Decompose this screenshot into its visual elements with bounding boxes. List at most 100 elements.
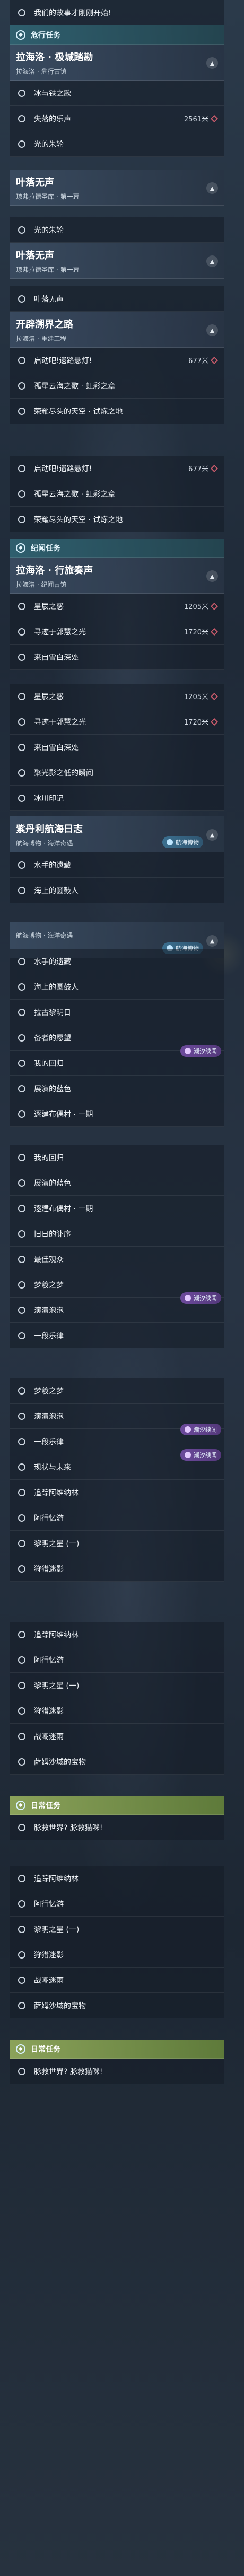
quest-ring-icon	[18, 1514, 25, 1522]
quest-section: 启动吧!遗路悬灯! 677米 孤星云海之歌 · 虹彩之章 荣耀尽头的天空 · 试炼之地	[10, 348, 224, 424]
quest-entry[interactable]: 光的朱轮	[10, 131, 224, 157]
quest-entry[interactable]: 脉救世界? 脉救猫咪!	[10, 2059, 224, 2084]
quest-title: 黎明之星 (一)	[34, 1681, 80, 1690]
quest-entry[interactable]: 冰与铁之歌	[10, 81, 224, 106]
quest-section: 冰与铁之歌 失落的乐声 2561米 光的朱轮	[10, 81, 224, 157]
collapse-icon[interactable]: ▲	[206, 255, 218, 267]
quest-ring-icon	[18, 1656, 25, 1664]
tracking-diamond-icon	[210, 692, 219, 700]
quest-entry[interactable]: 启动吧!遗路悬灯! 677米	[10, 456, 224, 481]
quest-entry[interactable]: 脉救世界? 脉救猫咪!	[10, 1815, 224, 1840]
quest-entry[interactable]: 拉古黎明日	[10, 1000, 224, 1025]
quest-entry[interactable]: 展演的蓝色	[10, 1170, 224, 1196]
quest-entry[interactable]: 冰川印记	[10, 786, 224, 811]
quest-entry[interactable]: 孤星云海之歌 · 虹彩之章	[10, 373, 224, 399]
event-tag: 潮汐续闻	[180, 1045, 221, 1057]
quest-group-header[interactable]: 叶落无声 琼弗拉德圣库 · 第一幕 ▲	[10, 170, 224, 206]
quest-entry[interactable]: 星辰之惑 1205米	[10, 594, 224, 619]
quest-entry[interactable]: 萨姆沙域的宝物	[10, 1993, 224, 2018]
quest-entry[interactable]: 追踪阿维纳林	[10, 1622, 224, 1647]
quest-entry[interactable]: 追踪阿维纳林	[10, 1866, 224, 1891]
quest-entry[interactable]: 我的回归 潮汐续闻	[10, 1045, 224, 1076]
quest-title: 海上的圆鼓人	[34, 983, 79, 992]
quest-entry[interactable]: 最佳观众	[10, 1247, 224, 1272]
quest-entry[interactable]: 狩猎迷影	[10, 1698, 224, 1724]
quest-entry[interactable]: 寻迹于郭慧之光 1720米	[10, 709, 224, 735]
quest-entry[interactable]: 阿行忆游	[10, 1647, 224, 1673]
quest-group-header[interactable]: 拉海洛 · 行旅奏声 拉海洛 · 纪闻古镇 ▲	[10, 558, 224, 594]
quest-section: 星辰之惑 1205米 寻迹于郭慧之光 1720米 来自雪白深处	[10, 594, 224, 670]
category-icon: ◆	[16, 1800, 25, 1810]
quest-entry[interactable]: 旧日的讣序	[10, 1221, 224, 1247]
quest-entry[interactable]: 演演泡泡 潮汐续闻	[10, 1292, 224, 1323]
collapse-icon[interactable]: ▲	[206, 829, 218, 841]
quest-entry[interactable]: 追踪阿维纳林	[10, 1480, 224, 1505]
quest-entry[interactable]: 水手的遗藏	[10, 852, 224, 878]
collapse-icon[interactable]: ▲	[206, 935, 218, 947]
quest-ring-icon	[18, 114, 25, 122]
quest-entry[interactable]: 战嘲迷雨	[10, 1724, 224, 1749]
quest-section: 光的朱轮	[10, 217, 224, 243]
collapse-icon[interactable]: ▲	[206, 57, 218, 69]
quest-section: 星辰之惑 1205米 寻迹于郭慧之光 1720米 来自雪白深处 聚光影之低的瞬间 冰川印记	[10, 684, 224, 811]
quest-entry[interactable]: 萨姆沙域的宝物	[10, 1749, 224, 1775]
quest-entry[interactable]: 展演的蓝色	[10, 1076, 224, 1101]
event-tag-icon	[185, 1295, 191, 1301]
quest-entry[interactable]: 失落的乐声 2561米	[10, 106, 224, 131]
event-tag-label: 潮汐续闻	[194, 1452, 217, 1459]
quest-entry[interactable]: 我们的故事才刚刚开始!	[10, 0, 224, 25]
collapse-icon[interactable]: ▲	[206, 570, 218, 582]
quest-group-header[interactable]: 拉海洛 · 极城踏勘 拉海洛 · 危行古镇 ▲	[10, 45, 224, 81]
quest-group-header[interactable]: 开辟溯界之路 拉海洛 · 重建工程 ▲	[10, 312, 224, 348]
quest-entry[interactable]: 黎明之星 (一)	[10, 1673, 224, 1698]
quest-entry[interactable]: 逐建布偶村 · 一期	[10, 1196, 224, 1221]
event-tag-label: 潮汐续闻	[194, 1048, 217, 1055]
quest-entry[interactable]: 海上的圆鼓人	[10, 974, 224, 1000]
quest-group-subtitle: 拉海洛 · 危行古镇	[16, 68, 67, 75]
collapse-icon[interactable]: ▲	[206, 324, 218, 336]
quest-entry[interactable]: 星辰之惑 1205米	[10, 684, 224, 709]
tracking-diamond-icon	[210, 114, 219, 122]
quest-entry[interactable]: 聚光影之低的瞬间	[10, 760, 224, 786]
quest-entry[interactable]: 阿行忆游	[10, 1891, 224, 1917]
category-header[interactable]: ◆ 日常任务	[10, 1796, 224, 1815]
category-header[interactable]: ◆ 纪闻任务	[10, 539, 224, 558]
quest-entry[interactable]: 阿行忆游	[10, 1505, 224, 1531]
region-tag-label: 航海博物	[176, 839, 199, 846]
quest-group-header[interactable]: 紫丹利航海日志 航海博物 · 海洋奇遇 ▲ 航海博物	[10, 816, 224, 852]
quest-entry[interactable]: 战嘲迷雨	[10, 1968, 224, 1993]
quest-entry[interactable]: 寻迹于郭慧之光 1720米	[10, 619, 224, 645]
quest-entry[interactable]: 我的回归	[10, 1145, 224, 1170]
quest-entry[interactable]: 来自雪白深处	[10, 735, 224, 760]
quest-entry[interactable]: 光的朱轮	[10, 217, 224, 243]
quest-entry[interactable]: 狩猎迷影	[10, 1942, 224, 1968]
quest-entry[interactable]: 孤星云海之歌 · 虹彩之章	[10, 481, 224, 507]
quest-title: 我的回归	[34, 1059, 64, 1068]
quest-title: 我们的故事才刚刚开始!	[34, 8, 111, 17]
quest-entry[interactable]: 海上的圆鼓人	[10, 878, 224, 903]
quest-entry[interactable]: 荣耀尽头的天空 · 试炼之地	[10, 399, 224, 424]
quest-entry[interactable]: 逐建布偶村 · 一期	[10, 1101, 224, 1127]
quest-title: 失落的乐声	[34, 114, 71, 123]
quest-entry[interactable]: 现状与未来 潮汐续闻	[10, 1449, 224, 1480]
quest-entry[interactable]: 一段乐律	[10, 1323, 224, 1348]
quest-title: 逐建布偶村 · 一期	[34, 1110, 93, 1119]
quest-ring-icon	[18, 861, 25, 869]
quest-ring-icon	[18, 1874, 25, 1882]
quest-entry[interactable]: 叶落无声	[10, 286, 224, 312]
quest-entry[interactable]: 狩猎迷影	[10, 1556, 224, 1582]
quest-entry[interactable]: 黎明之星 (一)	[10, 1531, 224, 1556]
collapse-icon[interactable]: ▲	[206, 182, 218, 194]
quest-entry[interactable]: 水手的遗藏	[10, 949, 224, 974]
category-header[interactable]: ◆ 日常任务	[10, 2040, 224, 2059]
quest-group-subtitle: 航海博物 · 海洋奇遇	[16, 932, 73, 939]
quest-ring-icon	[18, 1387, 25, 1395]
quest-entry[interactable]: 启动吧!遗路悬灯! 677米	[10, 348, 224, 373]
quest-entry[interactable]: 黎明之星 (一)	[10, 1917, 224, 1942]
category-header[interactable]: ◆ 危行任务	[10, 25, 224, 45]
quest-entry[interactable]: 荣耀尽头的天空 · 试炼之地	[10, 507, 224, 532]
quest-ring-icon	[18, 628, 25, 636]
quest-entry[interactable]: 梦羲之梦	[10, 1378, 224, 1404]
quest-group-header[interactable]: 叶落无声 琼弗拉德圣库 · 第一幕 ▲	[10, 243, 224, 279]
quest-entry[interactable]: 来自雪白深处	[10, 645, 224, 670]
